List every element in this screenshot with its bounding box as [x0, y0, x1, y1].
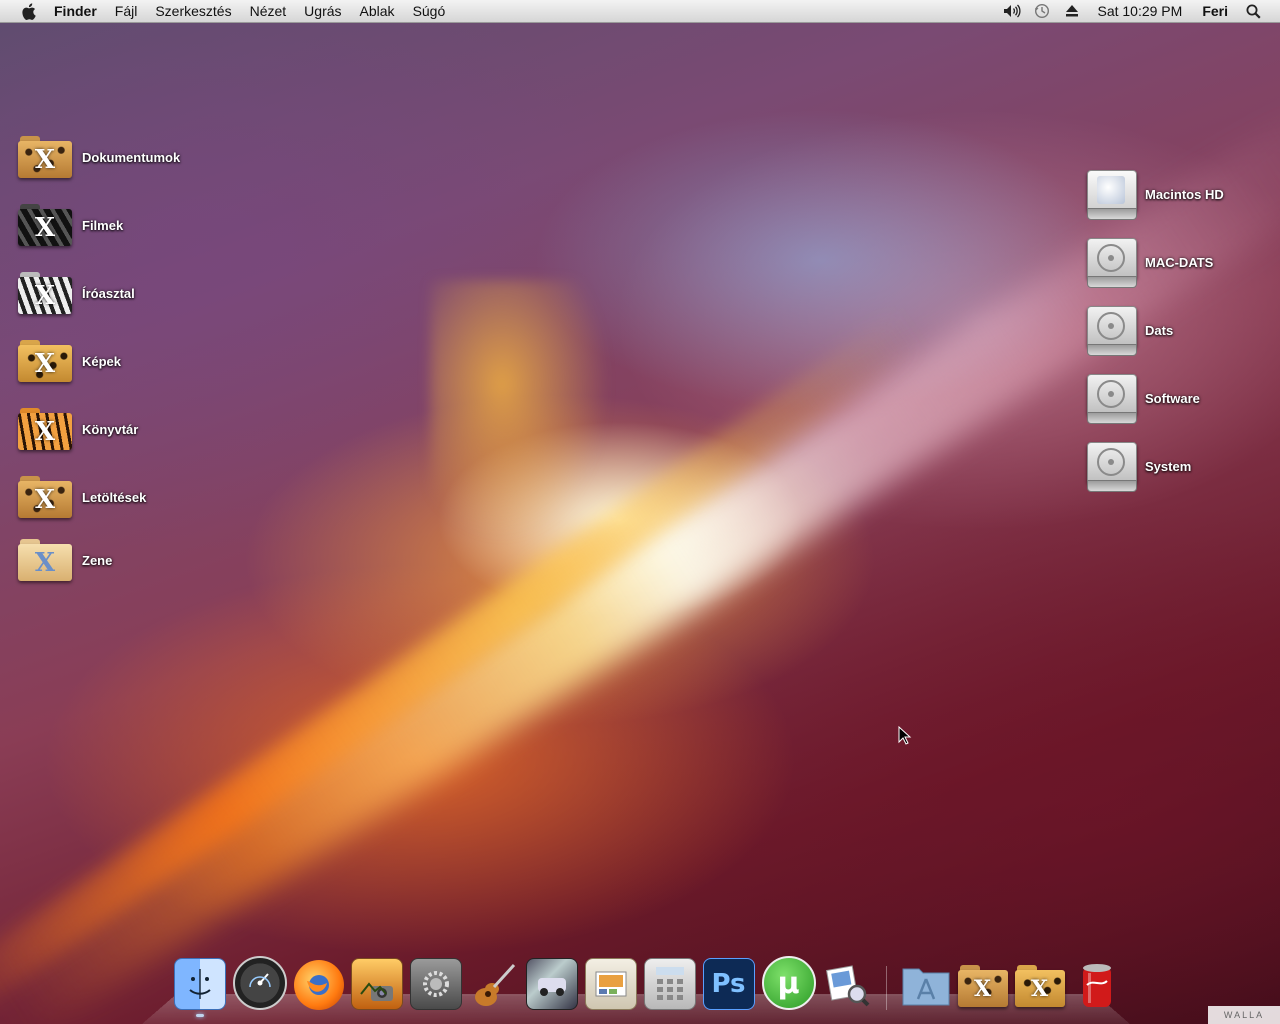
- tiger-folder-icon: X: [18, 408, 72, 450]
- screenshot-app-icon[interactable]: [525, 958, 578, 1010]
- eject-icon[interactable]: [1061, 0, 1083, 22]
- desktop-item-software[interactable]: Software: [1087, 374, 1200, 424]
- leopard-folder-icon: X: [18, 340, 72, 382]
- hard-drive-icon: [1087, 306, 1137, 356]
- desktop-item-label: Képek: [82, 353, 122, 369]
- mouse-cursor-icon: [898, 726, 912, 745]
- photo-browser-icon[interactable]: [584, 958, 637, 1010]
- menu-help[interactable]: Súgó: [404, 0, 455, 22]
- trash-can-icon[interactable]: [1072, 960, 1122, 1010]
- volume-icon[interactable]: [1001, 0, 1023, 22]
- desktop-item-documents[interactable]: X Dokumentumok: [18, 136, 180, 178]
- menu-window[interactable]: Ablak: [351, 0, 404, 22]
- time-machine-icon[interactable]: [1031, 0, 1053, 22]
- desktop-item-macintosh-hd[interactable]: Macintos HD: [1087, 170, 1224, 220]
- menu-user[interactable]: Feri: [1192, 3, 1238, 19]
- desktop-item-desktop[interactable]: X Íróasztal: [18, 272, 135, 314]
- wallpaper-light-streak: [0, 91, 1280, 1024]
- dock-separator: [886, 966, 887, 1010]
- desktop-item-label: Íróasztal: [82, 285, 135, 301]
- desktop-item-label: Macintos HD: [1145, 186, 1224, 202]
- applications-stack-icon[interactable]: [901, 960, 951, 1010]
- hard-drive-icon: [1087, 238, 1137, 288]
- photoshop-label: Ps: [711, 969, 746, 999]
- calculator-icon[interactable]: [643, 958, 696, 1010]
- desktop-item-label: Könyvtár: [82, 421, 139, 437]
- desktop-item-label: Filmek: [82, 217, 124, 233]
- desktop-item-dats[interactable]: Dats: [1087, 306, 1174, 356]
- running-indicator: [195, 1014, 204, 1017]
- menu-clock[interactable]: Sat 10:29 PM: [1087, 3, 1192, 19]
- desktop-item-label: System: [1145, 458, 1192, 474]
- plain-folder-icon: X: [18, 539, 72, 581]
- desktop-item-label: Dats: [1145, 322, 1174, 338]
- desktop-item-system[interactable]: System: [1087, 442, 1192, 492]
- downloads-stack-icon[interactable]: X: [1014, 960, 1065, 1010]
- system-drive-icon: [1087, 170, 1137, 220]
- utorrent-icon[interactable]: µ: [761, 956, 816, 1010]
- finder-icon[interactable]: [173, 958, 226, 1017]
- desktop-item-label: Dokumentumok: [82, 149, 181, 165]
- menu-go[interactable]: Ugrás: [295, 0, 350, 22]
- iphoto-icon[interactable]: [350, 958, 403, 1010]
- desktop-item-pictures[interactable]: X Képek: [18, 340, 121, 382]
- wallpaper-watermark: WALLA: [1208, 1006, 1280, 1024]
- documents-stack-icon[interactable]: X: [957, 960, 1008, 1010]
- preview-icon[interactable]: [823, 960, 873, 1010]
- leopard-folder-icon: X: [18, 476, 72, 518]
- desktop-item-label: Letöltések: [82, 489, 147, 505]
- dashboard-icon[interactable]: [232, 956, 287, 1010]
- menu-bar: Finder Fájl Szerkesztés Nézet Ugrás Abla…: [0, 0, 1280, 23]
- photoshop-icon[interactable]: Ps: [702, 958, 755, 1010]
- desktop-item-label: Software: [1145, 390, 1200, 406]
- hard-drive-icon: [1087, 442, 1137, 492]
- spotlight-search-icon[interactable]: [1242, 0, 1264, 22]
- desktop-item-label: Zene: [82, 552, 113, 568]
- menu-file[interactable]: Fájl: [106, 0, 147, 22]
- wallpaper-flare: [430, 280, 610, 540]
- dock: Ps µ X X: [170, 950, 1125, 1017]
- desktop-item-mac-dats[interactable]: MAC-DATS: [1087, 238, 1214, 288]
- menu-finder[interactable]: Finder: [48, 0, 106, 22]
- menu-edit[interactable]: Szerkesztés: [146, 0, 240, 22]
- desktop-item-label: MAC-DATS: [1145, 254, 1214, 270]
- zebra-folder-icon: X: [18, 272, 72, 314]
- desktop-item-downloads[interactable]: X Letöltések: [18, 476, 146, 518]
- menu-view[interactable]: Nézet: [241, 0, 296, 22]
- zebra-folder-icon: X: [18, 204, 72, 246]
- leopard-folder-icon: X: [18, 136, 72, 178]
- apple-menu-icon[interactable]: [18, 0, 38, 22]
- desktop-wallpaper: [0, 0, 1280, 1024]
- garageband-icon[interactable]: [469, 960, 519, 1010]
- system-preferences-icon[interactable]: [409, 958, 462, 1010]
- desktop-item-movies[interactable]: X Filmek: [18, 204, 123, 246]
- utorrent-label: µ: [777, 965, 800, 1001]
- hard-drive-icon: [1087, 374, 1137, 424]
- firefox-icon[interactable]: [293, 960, 344, 1010]
- desktop-item-music[interactable]: X Zene: [18, 539, 112, 581]
- desktop-item-library[interactable]: X Könyvtár: [18, 408, 138, 450]
